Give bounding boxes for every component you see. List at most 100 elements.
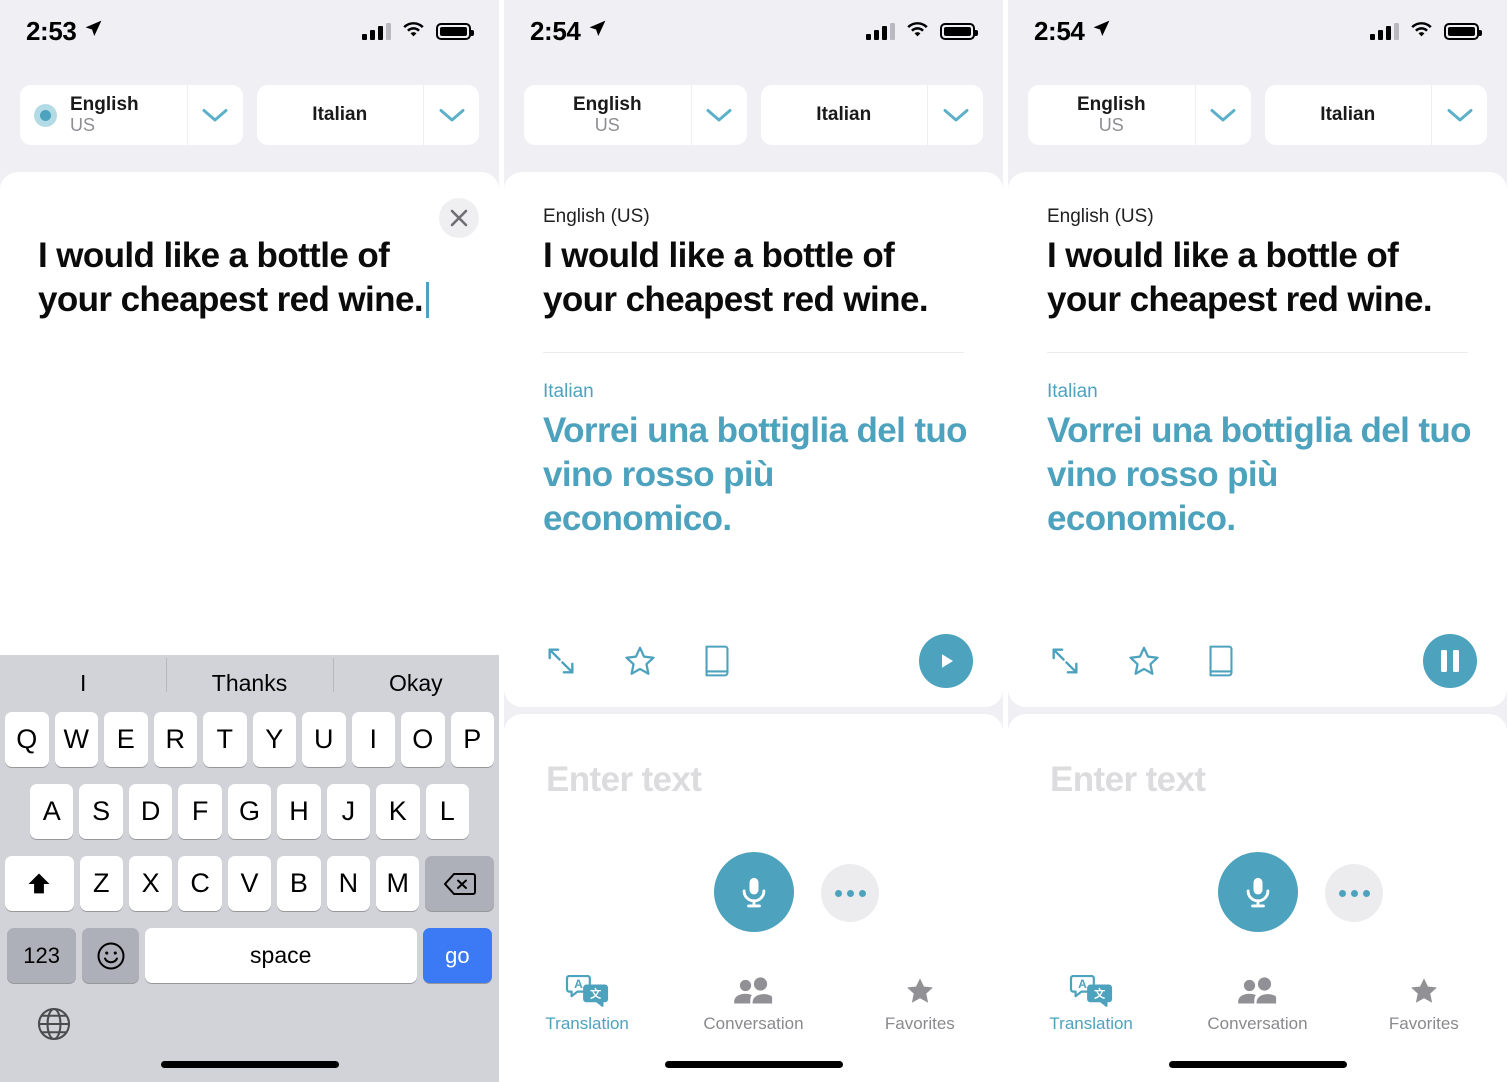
close-icon[interactable]	[439, 198, 479, 238]
status-time: 2:53	[26, 15, 77, 46]
key-g[interactable]: G	[227, 784, 272, 839]
key-r[interactable]: R	[153, 712, 197, 767]
source-language-region: US	[1098, 115, 1124, 136]
pause-icon[interactable]	[1423, 634, 1477, 688]
target-language-pill[interactable]: Italian	[256, 85, 479, 145]
key-d[interactable]: D	[128, 784, 173, 839]
source-text[interactable]: I would like a bottle of your cheapest r…	[1047, 234, 1471, 322]
tab-favorites[interactable]: Favorites	[1341, 973, 1507, 1034]
key-x[interactable]: X	[128, 856, 173, 911]
source-language-pill[interactable]: English US	[1028, 85, 1251, 145]
key-l[interactable]: L	[425, 784, 469, 839]
emoji-icon[interactable]	[82, 928, 139, 983]
translated-text[interactable]: Vorrei una bottiglia del tuo vino rosso …	[543, 409, 968, 541]
key-c[interactable]: C	[178, 856, 222, 911]
tab-translation[interactable]: A 文 Translation	[504, 973, 670, 1034]
target-language-main[interactable]: Italian	[761, 85, 928, 145]
key-h[interactable]: H	[277, 784, 321, 839]
star-outline-icon[interactable]	[622, 643, 658, 679]
tab-favorites[interactable]: Favorites	[837, 973, 1003, 1034]
source-language-label: English (US)	[543, 206, 650, 227]
source-language-pill[interactable]: English US	[524, 85, 747, 145]
play-button[interactable]	[919, 634, 973, 688]
enter-text-placeholder[interactable]: Enter text	[504, 714, 1003, 800]
target-language-pill[interactable]: Italian	[760, 85, 983, 145]
suggestion-0[interactable]: I	[0, 670, 166, 697]
key-v[interactable]: V	[227, 856, 272, 911]
key-u[interactable]: U	[302, 712, 346, 767]
key-e[interactable]: E	[104, 712, 148, 767]
target-language-main[interactable]: Italian	[1265, 85, 1432, 145]
target-language-pill[interactable]: Italian	[1264, 85, 1487, 145]
home-indicator[interactable]	[664, 1061, 843, 1068]
microphone-icon[interactable]	[1217, 852, 1298, 932]
source-text[interactable]: I would like a bottle of your cheapest r…	[543, 234, 967, 322]
key-q[interactable]: Q	[5, 712, 49, 767]
key-w[interactable]: W	[54, 712, 98, 767]
key-b[interactable]: B	[277, 856, 321, 911]
compose-textarea[interactable]: I would like a bottle of your cheapest r…	[0, 172, 499, 322]
tab-conversation[interactable]: Conversation	[670, 973, 836, 1034]
tab-conversation[interactable]: Conversation	[1174, 973, 1340, 1034]
source-language-name: English	[1076, 93, 1146, 115]
source-language-main[interactable]: English US	[524, 85, 691, 145]
pause-button[interactable]	[1423, 634, 1477, 688]
book-icon[interactable]	[702, 644, 732, 678]
key-m[interactable]: M	[376, 856, 420, 911]
phone-screen-compose: 2:53 English US Italian I would like a b…	[0, 0, 499, 1082]
microphone-icon[interactable]	[713, 852, 794, 932]
source-language-text: English US	[573, 94, 642, 136]
star-outline-icon[interactable]	[1126, 643, 1162, 679]
key-y[interactable]: Y	[252, 712, 296, 767]
status-bar: 2:54	[1008, 0, 1507, 62]
translation-result-card: English (US) I would like a bottle of yo…	[504, 172, 1003, 707]
key-i[interactable]: I	[351, 712, 395, 767]
source-language-chevron-down-icon[interactable]	[690, 85, 747, 145]
source-language-chevron-down-icon[interactable]	[186, 85, 243, 145]
space-key[interactable]: space	[144, 928, 417, 983]
globe-icon[interactable]	[36, 1006, 72, 1047]
key-f[interactable]: F	[178, 784, 222, 839]
tab-translation[interactable]: A 文 Translation	[1008, 973, 1174, 1034]
key-j[interactable]: J	[326, 784, 371, 839]
language-selector-bar: English US Italian	[1028, 85, 1487, 145]
key-z[interactable]: Z	[79, 856, 123, 911]
source-language-pill[interactable]: English US	[20, 85, 243, 145]
key-s[interactable]: S	[79, 784, 123, 839]
expand-arrows-icon[interactable]	[544, 644, 578, 678]
enter-text-placeholder[interactable]: Enter text	[1008, 714, 1507, 800]
source-language-radio-icon[interactable]	[34, 103, 57, 127]
source-language-main[interactable]: English US	[1028, 85, 1195, 145]
numbers-key[interactable]: 123	[7, 928, 77, 983]
suggestion-1[interactable]: Thanks	[166, 658, 332, 697]
play-icon[interactable]	[919, 634, 973, 688]
ellipsis-icon[interactable]	[1325, 864, 1383, 922]
people-icon	[1236, 973, 1278, 1007]
source-language-main[interactable]: English US	[20, 85, 187, 145]
target-language-chevron-down-icon[interactable]	[1431, 85, 1487, 145]
target-language-chevron-down-icon[interactable]	[423, 85, 479, 145]
source-language-region: US	[70, 115, 96, 136]
key-o[interactable]: O	[401, 712, 445, 767]
key-a[interactable]: A	[30, 784, 74, 839]
source-language-chevron-down-icon[interactable]	[1194, 85, 1251, 145]
target-language-main[interactable]: Italian	[257, 85, 424, 145]
key-n[interactable]: N	[326, 856, 371, 911]
key-k[interactable]: K	[376, 784, 420, 839]
ellipsis-icon[interactable]	[821, 864, 879, 922]
go-key[interactable]: go	[422, 928, 492, 983]
shift-icon[interactable]	[5, 856, 74, 911]
suggestion-2[interactable]: Okay	[332, 658, 499, 697]
phone-screen-translated: 2:54 English US Italian English (US) I w…	[504, 0, 1003, 1082]
home-indicator[interactable]	[1168, 1061, 1347, 1068]
mic-zone	[504, 852, 1003, 932]
backspace-icon[interactable]	[425, 856, 494, 911]
home-indicator[interactable]	[160, 1061, 339, 1068]
translated-text[interactable]: Vorrei una bottiglia del tuo vino rosso …	[1047, 409, 1472, 541]
book-icon[interactable]	[1206, 644, 1236, 678]
source-language-region: US	[594, 115, 620, 136]
expand-arrows-icon[interactable]	[1048, 644, 1082, 678]
key-t[interactable]: T	[203, 712, 247, 767]
key-p[interactable]: P	[450, 712, 494, 767]
target-language-chevron-down-icon[interactable]	[927, 85, 983, 145]
